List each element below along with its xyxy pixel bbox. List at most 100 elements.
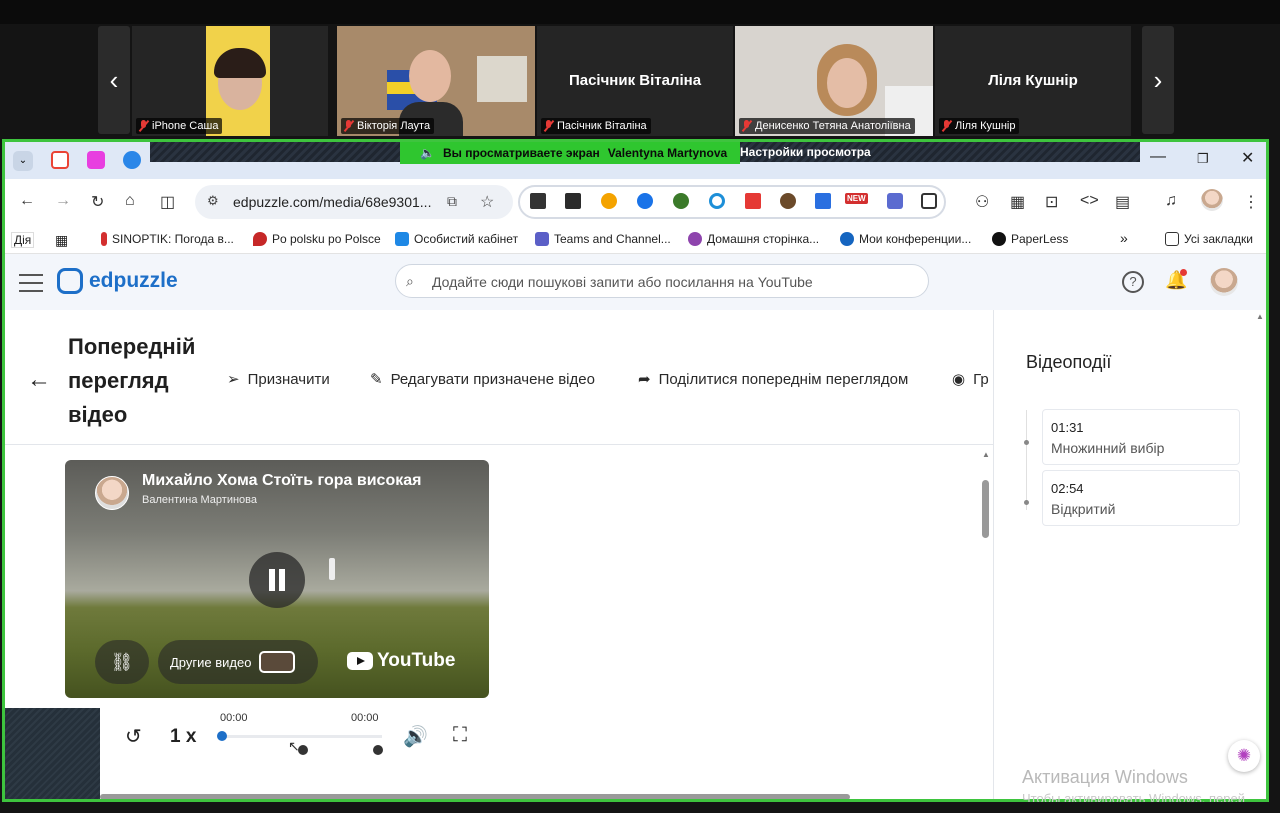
bookmark-item[interactable]: Особистий кабінет <box>395 232 518 246</box>
capture-icon[interactable]: ⊡ <box>1045 192 1058 212</box>
horizontal-scrollbar[interactable] <box>100 794 850 799</box>
share-arrow-icon: ➦ <box>638 371 651 388</box>
video-player[interactable]: Михайло Хома Стоїть гора високая Валенти… <box>65 460 489 698</box>
volume-icon[interactable]: 🔊 <box>403 724 428 749</box>
translate-icon[interactable]: ⧉ <box>447 193 457 210</box>
replay-icon[interactable]: ↺ <box>125 724 142 749</box>
tab-search-button[interactable]: ⌄ <box>13 151 33 171</box>
question-marker[interactable] <box>373 745 383 755</box>
scrollbar-thumb[interactable] <box>982 480 989 538</box>
gmail-tab-icon[interactable] <box>51 151 69 169</box>
bee-extension-icon[interactable] <box>601 193 617 209</box>
copy-link-icon[interactable]: ⛓ <box>95 640 149 684</box>
all-bookmarks[interactable]: Усі закладки <box>1165 232 1253 246</box>
mic-off-icon <box>343 120 354 132</box>
assign-button[interactable]: ➢ Призначити <box>227 370 330 389</box>
youtube-play-icon <box>347 652 373 670</box>
bookmark-item[interactable]: Мои конференции... <box>840 232 971 246</box>
next-participants-button[interactable]: › <box>1142 26 1174 134</box>
code-icon[interactable]: <> <box>1080 192 1099 210</box>
bookmark-item[interactable]: Po polsku po Polsce <box>253 232 381 246</box>
lt-extension-icon[interactable] <box>565 193 581 209</box>
reading-mode-icon[interactable]: ▤ <box>1115 192 1130 212</box>
fullscreen-icon[interactable]: ⛶ <box>453 724 467 747</box>
channel-avatar[interactable] <box>95 476 129 510</box>
panel-scroll-up-icon[interactable]: ▲ <box>1256 312 1264 321</box>
search-placeholder: Додайте сюди пошукові запити або посилан… <box>432 274 813 290</box>
bookmark-label: Усі закладки <box>1184 232 1254 246</box>
back-icon[interactable]: ← <box>19 192 35 210</box>
share-preview-button[interactable]: ➦ Поділитися попереднім переглядом <box>638 370 908 389</box>
owl-extension-icon[interactable] <box>780 193 796 209</box>
cloud-tab-icon[interactable] <box>123 151 141 169</box>
youtube-logo[interactable]: YouTube <box>347 650 455 672</box>
video-event-item[interactable]: 02:54 Відкритий <box>1042 470 1240 526</box>
view-settings-button[interactable]: Настройки просмотра <box>740 145 871 159</box>
participant-tile[interactable]: Ліля Кушнір Ліля Кушнір <box>935 26 1131 136</box>
menu-icon[interactable]: ⋮ <box>1243 192 1259 212</box>
umbrella-extension-icon[interactable] <box>673 193 689 209</box>
speaker-icon: 🔈 <box>420 146 435 160</box>
ai-assistant-icon[interactable]: ✺ <box>1228 740 1260 772</box>
bookmark-label: PaperLess <box>1011 232 1069 246</box>
bookmark-item[interactable]: PaperLess <box>992 232 1068 246</box>
shield-extension-icon[interactable] <box>887 193 903 209</box>
side-panel-icon[interactable]: ◫ <box>160 192 175 212</box>
spy-icon[interactable]: ⚇ <box>975 192 989 212</box>
edit-video-button[interactable]: ✎ Редагувати призначене відео <box>370 370 595 389</box>
home-icon[interactable]: ⌂ <box>125 192 135 210</box>
progress-track[interactable] <box>220 735 382 738</box>
bookmark-label: Дія <box>11 232 35 248</box>
url-text[interactable]: edpuzzle.com/media/68e9301... <box>233 194 431 210</box>
view-button[interactable]: ◉ Гр <box>952 370 989 389</box>
puzzle-extension-icon[interactable] <box>921 193 937 209</box>
qr-icon[interactable]: ▦ <box>1010 192 1025 212</box>
reload-icon[interactable]: ↻ <box>91 192 104 212</box>
hamburger-menu-icon[interactable] <box>19 274 43 298</box>
participant-tile[interactable]: iPhone Саша <box>132 26 328 136</box>
video-title[interactable]: Михайло Хома Стоїть гора високая <box>142 472 421 490</box>
participant-tile[interactable]: Денисенко Тетяна Анатоліївна <box>735 26 933 136</box>
translate-extension-icon[interactable] <box>815 193 831 209</box>
bookmark-item[interactable]: Домашня сторінка... <box>688 232 819 246</box>
bookmark-star-icon[interactable]: ☆ <box>480 192 494 212</box>
participant-name: Ліля Кушнір <box>955 120 1016 132</box>
new-badge[interactable]: NEW <box>845 193 868 204</box>
close-icon[interactable]: ✕ <box>1241 148 1254 168</box>
participant-tile[interactable]: Вікторія Лаута <box>337 26 535 136</box>
apps-grid-icon[interactable]: ▦ <box>55 232 68 249</box>
site-info-icon[interactable]: ⚙ <box>207 193 219 209</box>
media-control-icon[interactable]: ♫ <box>1165 192 1177 210</box>
participant-tile[interactable]: Пасічник Віталіна Пасічник Віталіна <box>537 26 733 136</box>
video-author[interactable]: Валентина Мартинова <box>142 494 257 506</box>
video-event-item[interactable]: 01:31 Множинний вибір <box>1042 409 1240 465</box>
bookmark-item[interactable]: Дія <box>11 232 35 248</box>
back-arrow-icon[interactable]: ← <box>27 366 51 394</box>
video-events-panel: Відеоподії 01:31 Множинний вибір 02:54 В… <box>993 310 1266 799</box>
teams-icon <box>535 232 549 246</box>
search-input[interactable]: ⌕ Додайте сюди пошукові запити або посил… <box>395 264 929 298</box>
app-tab-icon[interactable] <box>87 151 105 169</box>
help-icon[interactable]: ? <box>1122 271 1144 293</box>
forward-icon[interactable]: → <box>55 192 71 210</box>
user-avatar[interactable] <box>1210 268 1238 296</box>
blue-extension-icon[interactable] <box>637 193 653 209</box>
more-bookmarks-button[interactable]: » <box>1120 230 1128 246</box>
vertical-scrollbar[interactable]: ▲ <box>981 450 991 790</box>
restore-icon[interactable]: ❐ <box>1197 151 1209 167</box>
scroll-up-icon[interactable]: ▲ <box>982 450 990 459</box>
pause-icon[interactable] <box>249 552 305 608</box>
minimize-icon[interactable]: — <box>1150 148 1166 166</box>
pen-extension-icon[interactable] <box>745 193 761 209</box>
speed-button[interactable]: 1 x <box>170 726 196 748</box>
more-videos-button[interactable]: Другие видео <box>158 640 318 684</box>
progress-knob[interactable] <box>217 731 227 741</box>
address-bar[interactable]: ⚙ edpuzzle.com/media/68e9301... ⧉ ☆ <box>195 185 513 219</box>
screenshot-extension-icon[interactable] <box>530 193 546 209</box>
bookmark-item[interactable]: SINOPTIK: Погода в... <box>101 232 234 246</box>
profile-avatar[interactable] <box>1201 189 1223 211</box>
circle-extension-icon[interactable] <box>709 193 725 209</box>
prev-participants-button[interactable]: ‹ <box>98 26 130 134</box>
edpuzzle-logo[interactable]: edpuzzle <box>57 268 178 294</box>
bookmark-item[interactable]: Teams and Channel... <box>535 232 671 246</box>
